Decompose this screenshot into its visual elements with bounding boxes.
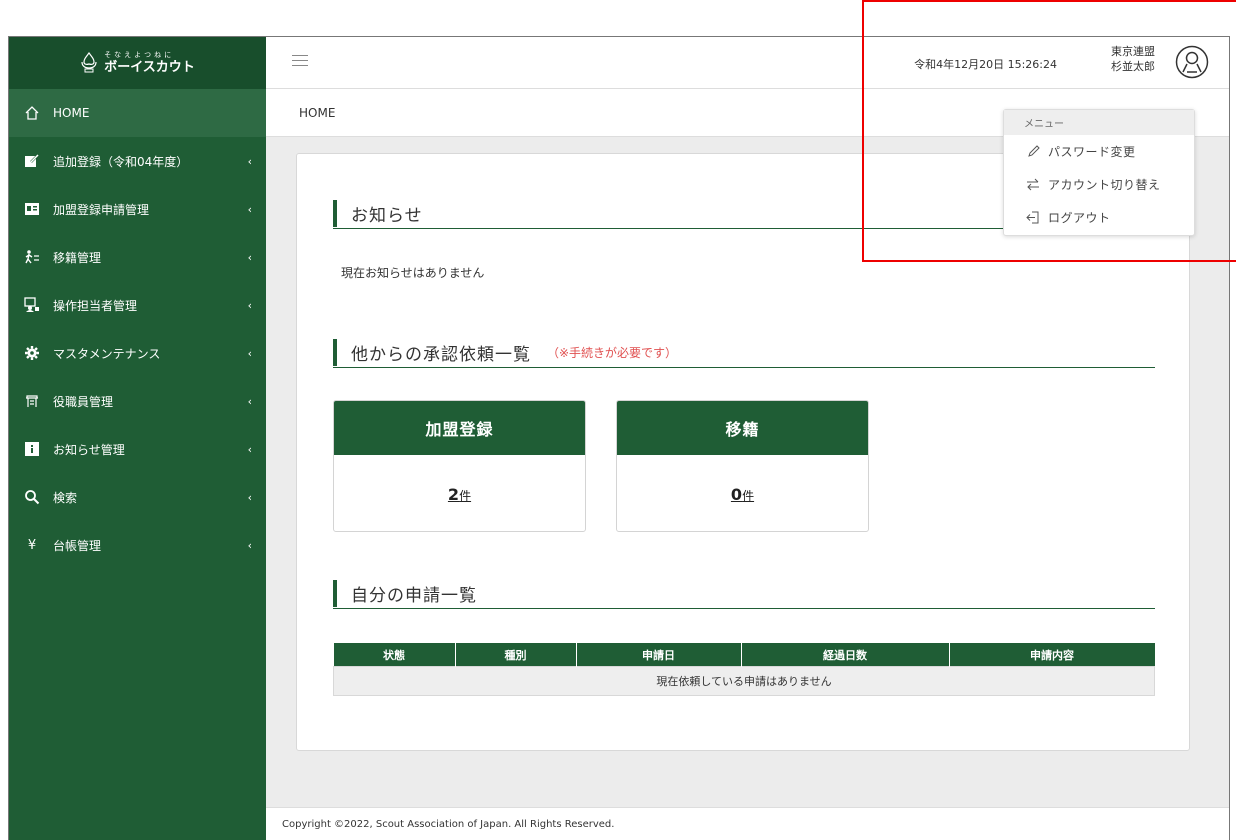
section-accent-bar: [333, 338, 337, 366]
sidebar-item-notice-management[interactable]: お知らせ管理 ‹: [9, 425, 266, 473]
stat-count: 0: [730, 484, 743, 504]
sidebar-item-ledger[interactable]: ¥ 台帳管理 ‹: [9, 521, 266, 569]
table-header-row: 状態 種別 申請日 経過日数 申請内容: [333, 643, 1155, 667]
info-icon: [23, 440, 41, 458]
transfer-approval-count-link[interactable]: 0件: [731, 485, 754, 504]
stat-unit: 件: [742, 488, 755, 503]
chevron-left-icon: ‹: [247, 490, 252, 504]
sidebar-item-label: 役職員管理: [53, 394, 114, 409]
notice-empty-text: 現在お知らせはありません: [341, 266, 485, 280]
chevron-left-icon: ‹: [247, 154, 252, 168]
sidebar-item-transfer[interactable]: 移籍管理 ‹: [9, 233, 266, 281]
section-accent-bar: [333, 199, 337, 227]
highlight-frame: [862, 0, 1236, 262]
gear-icon: [23, 344, 41, 362]
my-applications-section-title: 自分の申請一覧: [333, 578, 1155, 609]
stat-unit: 件: [459, 488, 472, 503]
sidebar-item-search[interactable]: 検索 ‹: [9, 473, 266, 521]
approval-note: （※手続きが必要です）: [547, 345, 678, 360]
yen-icon: ¥: [27, 537, 37, 553]
logo-subtitle: そなえよつねに: [104, 51, 175, 59]
column-header-status[interactable]: 状態: [333, 643, 456, 667]
sidebar-item-label: お知らせ管理: [53, 442, 125, 457]
column-header-content[interactable]: 申請内容: [949, 643, 1155, 667]
section-accent-bar: [333, 579, 337, 607]
sidebar-item-operator[interactable]: 操作担当者管理 ‹: [9, 281, 266, 329]
edit-icon: [23, 152, 41, 170]
chevron-left-icon: ‹: [247, 250, 252, 264]
chevron-left-icon: ‹: [247, 202, 252, 216]
stat-card-label: 移籍: [617, 401, 868, 455]
id-card-icon: [23, 200, 41, 218]
sidebar: そなえよつねに ボーイスカウト HOME 追加登録（令和04年度） ‹ 加盟登録…: [9, 37, 266, 840]
hamburger-menu-icon[interactable]: [292, 55, 308, 69]
logo-title: ボーイスカウト: [104, 60, 195, 75]
sidebar-item-master-maintenance[interactable]: マスタメンテナンス ‹: [9, 329, 266, 377]
sidebar-item-staff[interactable]: 役職員管理 ‹: [9, 377, 266, 425]
transfer-icon: [23, 248, 41, 266]
operator-icon: [23, 296, 41, 314]
membership-approval-card: 加盟登録 2件: [333, 400, 586, 532]
transfer-approval-card: 移籍 0件: [616, 400, 869, 532]
chevron-left-icon: ‹: [247, 394, 252, 408]
sidebar-item-label: 操作担当者管理: [53, 298, 138, 313]
chevron-left-icon: ‹: [247, 442, 252, 456]
my-applications-table: 状態 種別 申請日 経過日数 申請内容 現在依頼している申請はありません: [333, 643, 1155, 696]
scout-emblem-icon: [81, 52, 97, 73]
sidebar-item-home[interactable]: HOME: [9, 89, 266, 137]
chevron-left-icon: ‹: [247, 538, 252, 552]
breadcrumb-item-home[interactable]: HOME: [299, 106, 335, 120]
sidebar-item-label: HOME: [53, 106, 90, 120]
table-empty-text: 現在依頼している申請はありません: [333, 666, 1155, 696]
copyright-text: Copyright ©2022, Scout Association of Ja…: [282, 819, 615, 830]
column-header-type[interactable]: 種別: [455, 643, 577, 667]
membership-approval-count-link[interactable]: 2件: [448, 485, 471, 504]
sidebar-item-label: 検索: [53, 490, 78, 505]
column-header-date[interactable]: 申請日: [576, 643, 742, 667]
sidebar-item-label: 移籍管理: [53, 250, 102, 265]
notice-title: お知らせ: [351, 205, 423, 226]
sidebar-item-additional-registration[interactable]: 追加登録（令和04年度） ‹: [9, 137, 266, 185]
approval-section-title: 他からの承認依頼一覧 （※手続きが必要です）: [333, 337, 1155, 368]
home-icon: [23, 104, 41, 122]
sidebar-item-label: 追加登録（令和04年度）: [53, 154, 189, 169]
stat-card-label: 加盟登録: [334, 401, 585, 455]
approval-title: 他からの承認依頼一覧: [351, 344, 531, 365]
sidebar-item-label: 加盟登録申請管理: [53, 202, 150, 217]
search-icon: [23, 488, 41, 506]
sidebar-item-label: マスタメンテナンス: [53, 346, 161, 361]
staff-icon: [23, 392, 41, 410]
logo[interactable]: そなえよつねに ボーイスカウト: [9, 37, 266, 89]
chevron-left-icon: ‹: [247, 298, 252, 312]
table-row: 現在依頼している申請はありません: [333, 666, 1155, 696]
sidebar-item-membership-application[interactable]: 加盟登録申請管理 ‹: [9, 185, 266, 233]
footer: Copyright ©2022, Scout Association of Ja…: [266, 807, 1229, 840]
chevron-left-icon: ‹: [247, 346, 252, 360]
column-header-elapsed-days[interactable]: 経過日数: [741, 643, 950, 667]
sidebar-item-label: 台帳管理: [53, 538, 102, 553]
my-applications-title: 自分の申請一覧: [351, 585, 477, 606]
stat-count: 2: [447, 484, 460, 504]
